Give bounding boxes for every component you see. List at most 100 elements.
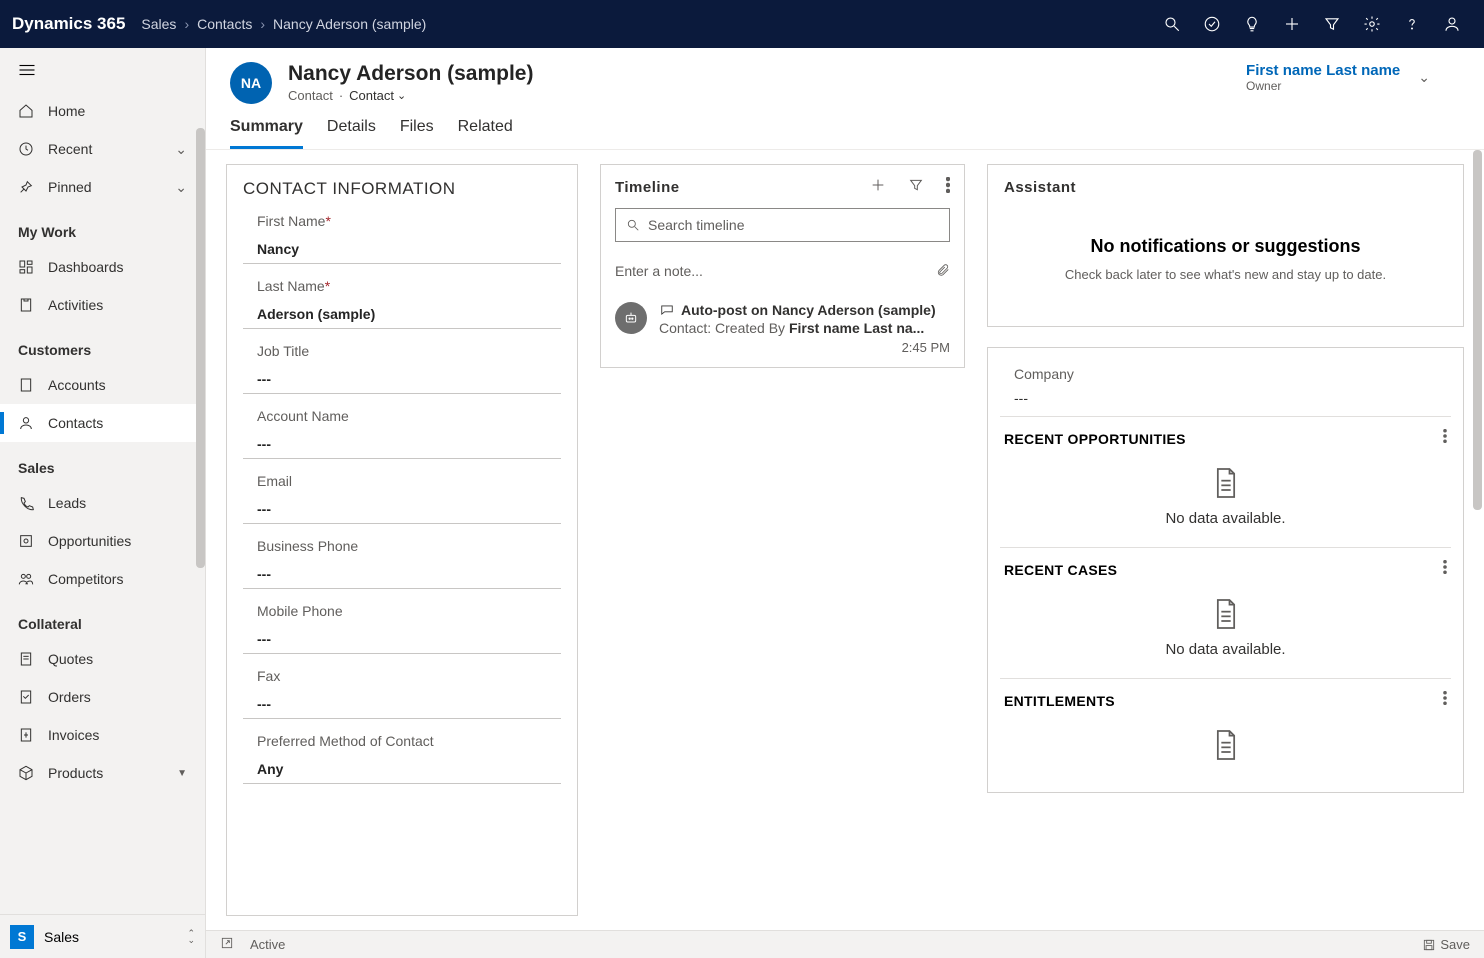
field-job-title[interactable]: Job Title--- [243, 343, 561, 394]
sidebar-item-opportunities[interactable]: Opportunities [0, 522, 205, 560]
related-section: RECENT OPPORTUNITIESNo data available. [1000, 416, 1451, 547]
sidebar-item-label: Home [48, 103, 85, 119]
crumb-sales[interactable]: Sales [141, 16, 176, 32]
owner-field[interactable]: First name Last name Owner ⌄ [1246, 62, 1430, 93]
sidebar-item-dashboards[interactable]: Dashboards [0, 248, 205, 286]
field-account-name[interactable]: Account Name--- [243, 408, 561, 459]
field-first-name[interactable]: First Name*Nancy [243, 213, 561, 264]
timeline-item[interactable]: Auto-post on Nancy Aderson (sample) Cont… [615, 302, 950, 355]
related-section: ENTITLEMENTS [1000, 678, 1451, 792]
chevron-down-icon[interactable]: ⌄ [1418, 69, 1430, 86]
empty-state: No data available. [1000, 579, 1451, 666]
plus-icon[interactable] [870, 177, 886, 198]
content-scrollbar[interactable] [1473, 150, 1482, 510]
order-icon [18, 689, 34, 705]
plus-icon[interactable] [1272, 0, 1312, 48]
sidebar-item-label: Orders [48, 689, 91, 705]
tab-summary[interactable]: Summary [230, 118, 303, 149]
field-fax[interactable]: Fax--- [243, 668, 561, 719]
quote-icon [18, 651, 34, 667]
sidebar-item-label: Opportunities [48, 533, 131, 549]
field-business-phone[interactable]: Business Phone--- [243, 538, 561, 589]
search-icon[interactable] [1152, 0, 1192, 48]
field-value: Any [257, 761, 561, 777]
breadcrumb-sep-icon: › [260, 16, 265, 32]
tab-files[interactable]: Files [400, 118, 434, 149]
more-icon[interactable] [946, 177, 950, 198]
field-label: Preferred Method of Contact [257, 733, 561, 749]
company-label: Company [1014, 366, 1437, 382]
company-value[interactable]: --- [1014, 390, 1437, 406]
empty-state [1000, 710, 1451, 780]
assistant-card: Assistant No notifications or suggestion… [987, 164, 1464, 327]
popout-icon[interactable] [220, 936, 234, 953]
sidebar-item-pinned[interactable]: Pinned ⌄ [0, 168, 205, 206]
timeline-title: Timeline [615, 179, 680, 196]
more-icon[interactable] [1443, 560, 1447, 579]
opportunity-icon [18, 533, 34, 549]
sidebar-item-products[interactable]: Products▼ [0, 754, 205, 792]
note-placeholder: Enter a note... [615, 263, 703, 279]
invoice-icon [18, 727, 34, 743]
user-icon[interactable] [1432, 0, 1472, 48]
filter-icon[interactable] [1312, 0, 1352, 48]
sidebar-item-activities[interactable]: Activities [0, 286, 205, 324]
field-value: --- [257, 566, 561, 582]
crumb-contacts[interactable]: Contacts [197, 16, 252, 32]
sidebar-item-quotes[interactable]: Quotes [0, 640, 205, 678]
related-section-title: RECENT CASES [1004, 562, 1117, 578]
related-section: RECENT CASESNo data available. [1000, 547, 1451, 678]
field-email[interactable]: Email--- [243, 473, 561, 524]
paperclip-icon[interactable] [936, 262, 950, 281]
filter-icon[interactable] [908, 177, 924, 198]
app-badge: S [10, 925, 34, 949]
sidebar-item-recent[interactable]: Recent ⌄ [0, 130, 205, 168]
sidebar-item-label: Products [48, 765, 103, 781]
timeline-note-input[interactable]: Enter a note... [615, 254, 950, 288]
more-icon[interactable] [1443, 691, 1447, 710]
up-down-icon[interactable]: ⌃⌄ [187, 930, 195, 943]
tab-related[interactable]: Related [458, 118, 513, 149]
related-section-title: ENTITLEMENTS [1004, 693, 1115, 709]
page-title: Nancy Aderson (sample) [288, 62, 533, 86]
sidebar-item-invoices[interactable]: Invoices [0, 716, 205, 754]
sidebar-item-orders[interactable]: Orders [0, 678, 205, 716]
search-placeholder: Search timeline [648, 217, 745, 233]
field-value: Aderson (sample) [257, 306, 561, 322]
sidebar-footer[interactable]: S Sales ⌃⌄ [0, 914, 205, 958]
help-icon[interactable] [1392, 0, 1432, 48]
sidebar-item-home[interactable]: Home [0, 92, 205, 130]
sidebar-section-mywork: My Work [0, 206, 205, 248]
search-icon [626, 218, 640, 232]
sidebar-item-label: Accounts [48, 377, 106, 393]
sidebar-scrollbar[interactable] [196, 128, 205, 568]
hamburger-icon[interactable] [0, 48, 205, 92]
field-mobile-phone[interactable]: Mobile Phone--- [243, 603, 561, 654]
sidebar-item-competitors[interactable]: Competitors [0, 560, 205, 598]
timeline-search-input[interactable]: Search timeline [615, 208, 950, 242]
person-icon [18, 415, 34, 431]
lightbulb-icon[interactable] [1232, 0, 1272, 48]
sidebar-item-accounts[interactable]: Accounts [0, 366, 205, 404]
related-card: Company --- RECENT OPPORTUNITIESNo data … [987, 347, 1464, 793]
field-value: --- [257, 696, 561, 712]
breadcrumb-sep-icon: › [184, 16, 189, 32]
sidebar-item-contacts[interactable]: Contacts [0, 404, 205, 442]
dashboard-icon [18, 259, 34, 275]
field-preferred-method-of-contact[interactable]: Preferred Method of Contact Any [243, 733, 561, 784]
product-icon [18, 765, 34, 781]
field-last-name[interactable]: Last Name*Aderson (sample) [243, 278, 561, 329]
more-icon[interactable] [1443, 429, 1447, 448]
tab-details[interactable]: Details [327, 118, 376, 149]
save-button[interactable]: Save [1422, 937, 1470, 952]
gear-icon[interactable] [1352, 0, 1392, 48]
task-icon[interactable] [1192, 0, 1232, 48]
crumb-record[interactable]: Nancy Aderson (sample) [273, 16, 426, 32]
contact-info-card: CONTACT INFORMATION First Name*NancyLast… [226, 164, 578, 916]
entity-label: Contact [288, 88, 333, 103]
form-selector[interactable]: Contact⌄ [349, 88, 406, 103]
sidebar-item-leads[interactable]: Leads [0, 484, 205, 522]
sidebar-item-label: Leads [48, 495, 86, 511]
sidebar-item-label: Dashboards [48, 259, 124, 275]
avatar: NA [230, 62, 272, 104]
